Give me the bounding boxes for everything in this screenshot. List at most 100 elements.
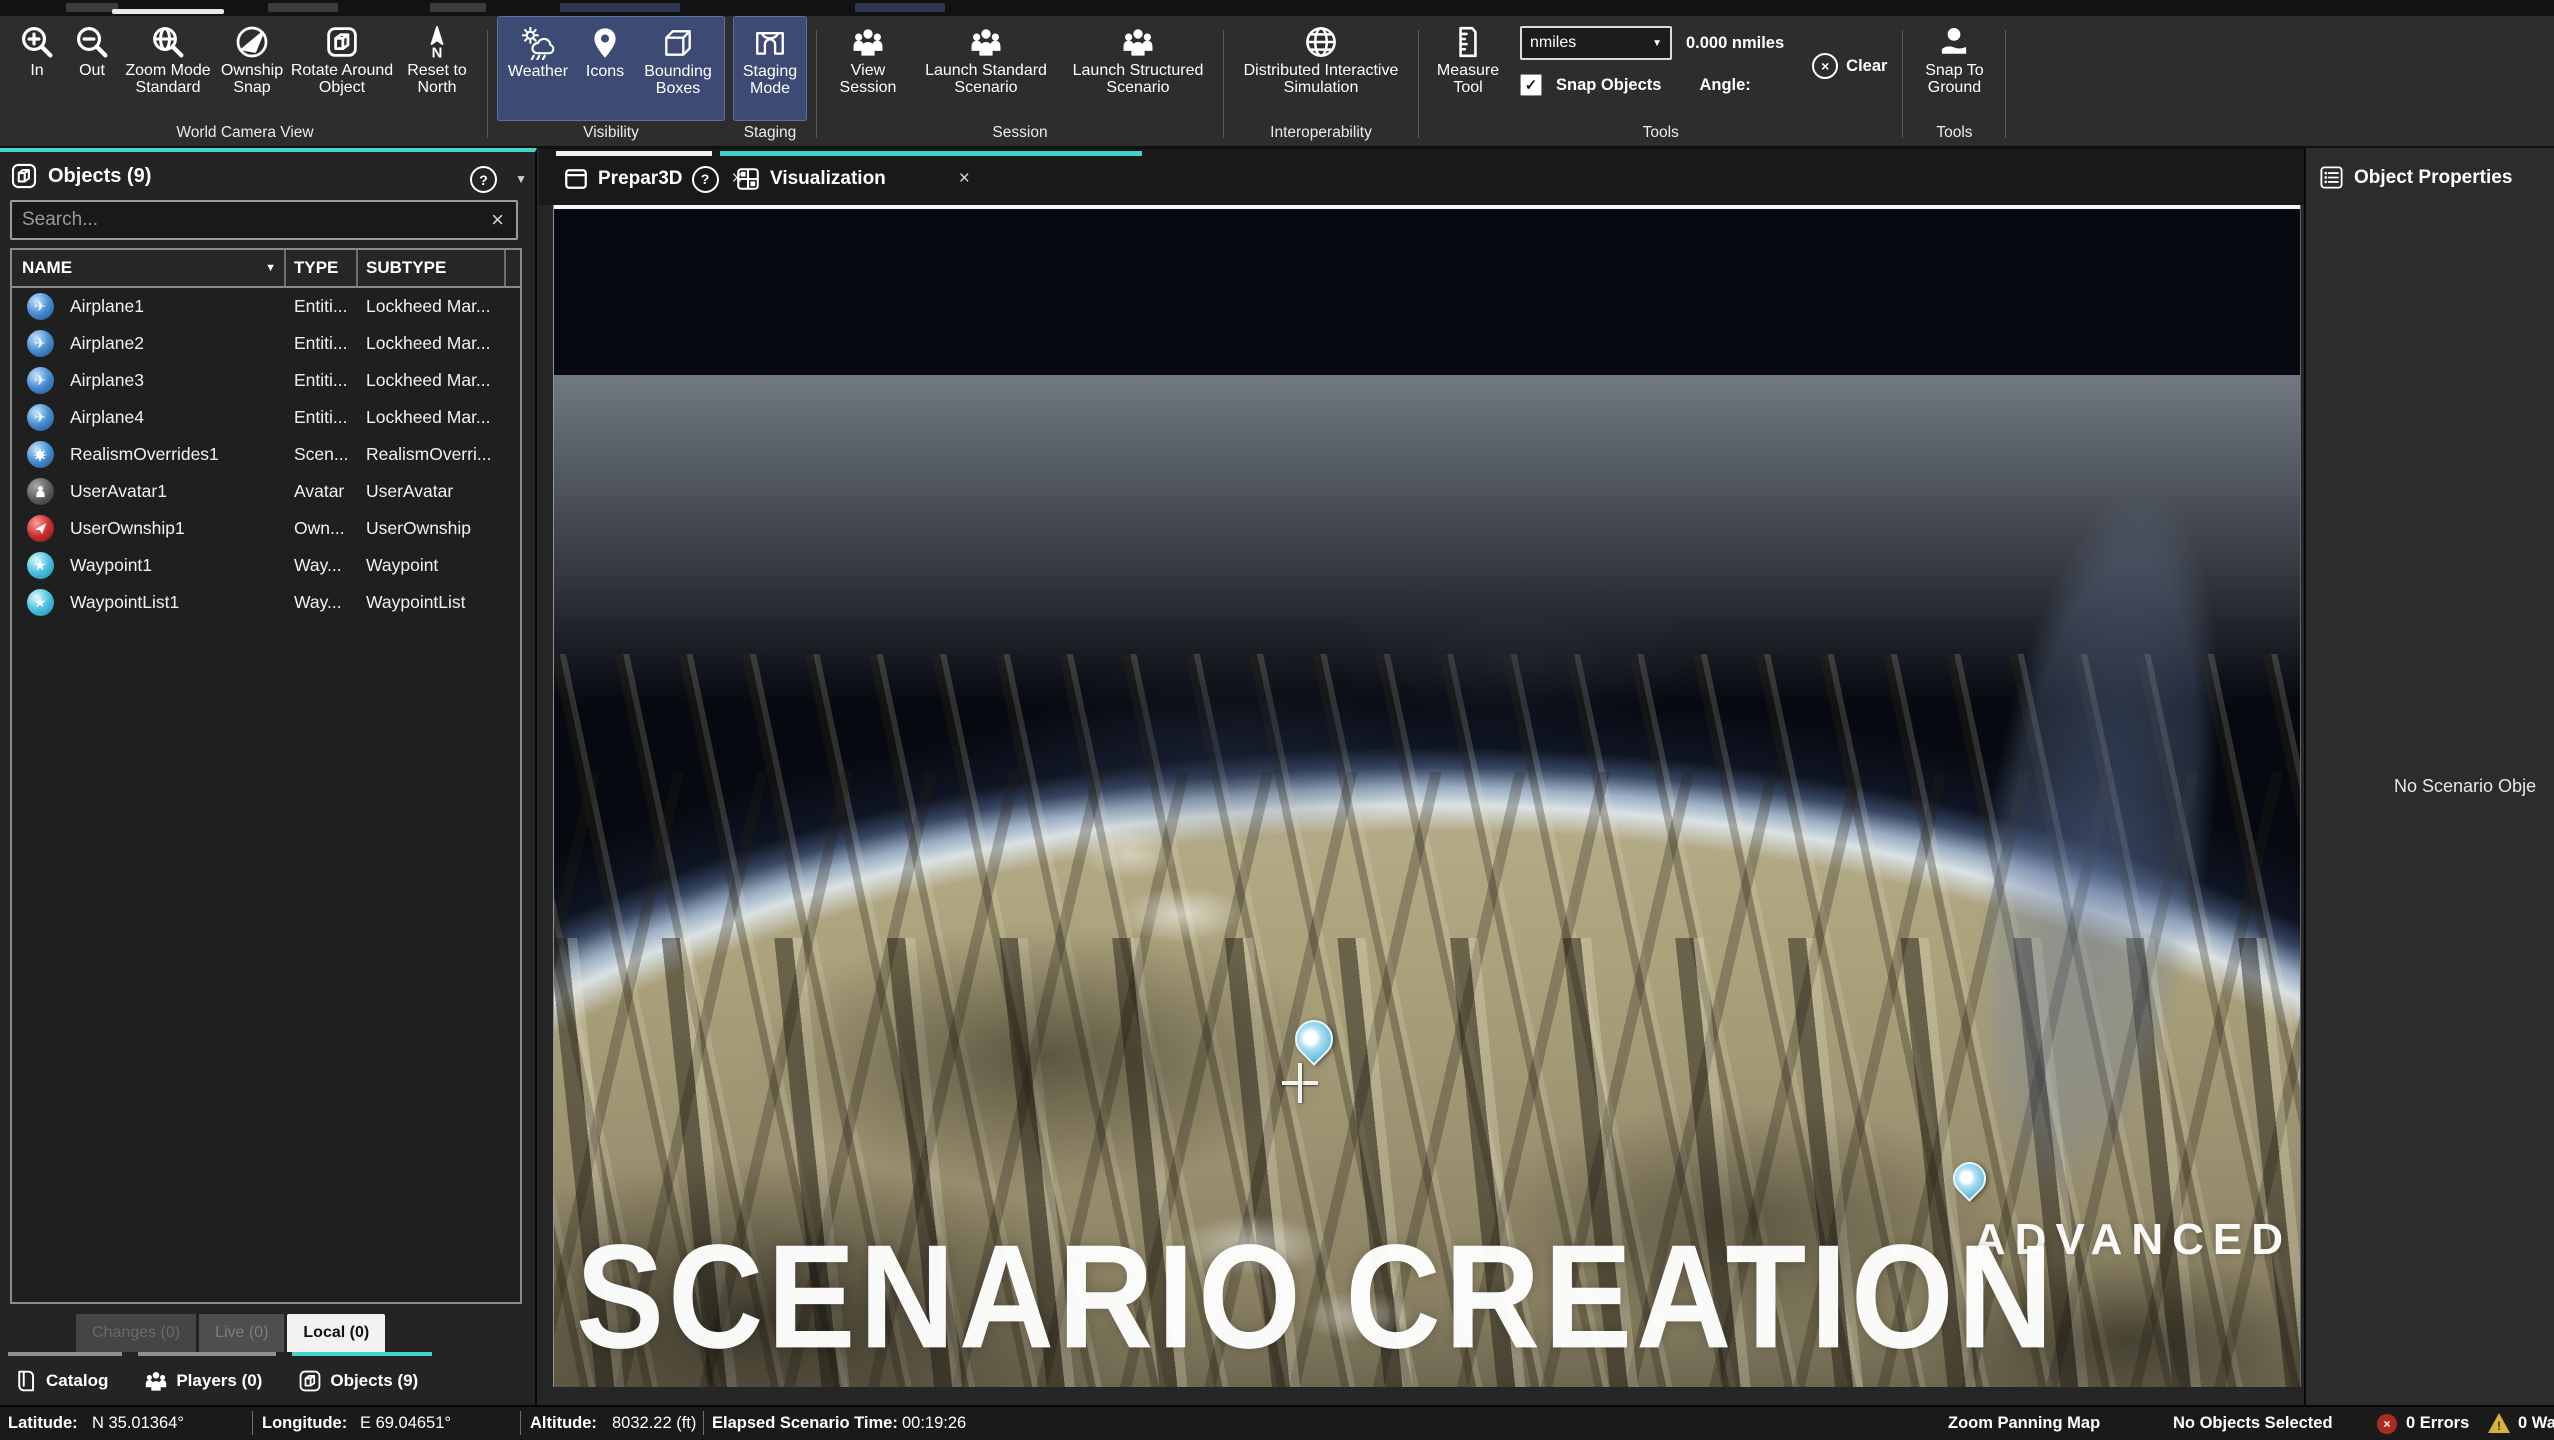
snap-to-ground-button[interactable]: Snap To Ground — [1912, 18, 1996, 121]
column-header-subtype[interactable]: SUBTYPE — [358, 250, 506, 286]
staging-mode-toggle-button[interactable]: Staging Mode — [737, 19, 803, 120]
ribbon-tab-fragment — [855, 3, 945, 12]
object-type: Own... — [286, 518, 358, 539]
object-subtype: Lockheed Mar... — [358, 333, 520, 354]
button-label: Ownship Snap — [216, 62, 288, 97]
launch-structured-scenario-button[interactable]: Launch Structured Scenario — [1062, 18, 1214, 121]
catalog-panel-button[interactable]: Catalog — [8, 1352, 122, 1398]
visualization-viewport[interactable]: ADVANCED SCENARIO CREATION — [553, 205, 2301, 1387]
table-row-airplane1[interactable]: ✈ Airplane1 Entiti... Lockheed Mar... — [12, 288, 520, 325]
measure-unit-dropdown[interactable]: nmiles ▼ — [1520, 26, 1672, 60]
button-label: Bounding Boxes — [635, 63, 721, 98]
objects-cube-icon — [298, 1369, 322, 1393]
clear-measure-button[interactable]: × Clear — [1812, 52, 1887, 80]
dropdown-caret-icon: ▼ — [1652, 38, 1662, 49]
reset-to-north-button[interactable]: N Reset to North — [396, 18, 478, 121]
snap-objects-checkbox[interactable]: ✓ — [1520, 74, 1542, 96]
tab-label: Visualization — [770, 168, 886, 190]
altitude-value: 8032.22 (ft) — [612, 1414, 696, 1433]
tab-visualization[interactable]: Visualization × — [725, 156, 1145, 202]
close-tab-icon[interactable]: × — [955, 168, 974, 190]
clear-label: Clear — [1846, 57, 1887, 76]
panel-switcher-buttons: Catalog Players (0) Objects (9) — [0, 1352, 535, 1404]
search-input[interactable] — [12, 209, 479, 231]
object-subtype: RealismOverri... — [358, 444, 520, 465]
ribbon-separator — [1902, 30, 1903, 138]
column-header-name[interactable]: NAME ▼ — [12, 250, 286, 286]
warning-icon: ! — [2488, 1413, 2510, 1433]
ribbon-group-session: View Session Launch Standard Scenario La… — [822, 16, 1218, 146]
launch-standard-scenario-button[interactable]: Launch Standard Scenario — [912, 18, 1060, 121]
clear-search-icon[interactable]: × — [479, 207, 516, 233]
object-subtype: Lockheed Mar... — [358, 370, 520, 391]
panel-caret-icon[interactable]: ▼ — [515, 172, 527, 186]
group-label-visibility: Visibility — [497, 121, 725, 146]
table-row-userownship1[interactable]: UserOwnship1 Own... UserOwnship — [12, 510, 520, 547]
column-label: NAME — [22, 258, 72, 278]
distributed-interactive-simulation-button[interactable]: Distributed Interactive Simulation — [1233, 18, 1409, 121]
icons-toggle-button[interactable]: Icons — [577, 19, 633, 120]
tab-local[interactable]: Local (0) — [287, 1314, 385, 1352]
ribbon-toolbar: In Out Zoom Mode Standard — [0, 0, 2554, 149]
object-name: WaypointList1 — [68, 592, 286, 613]
group-label-world-camera-view: World Camera View — [12, 121, 478, 146]
airplane-icon: ✈ — [27, 404, 54, 431]
grid-icon — [735, 166, 761, 192]
rotate-around-object-button[interactable]: Rotate Around Object — [290, 18, 394, 121]
table-scrollbar-track[interactable] — [506, 250, 520, 286]
status-divider — [703, 1411, 704, 1435]
table-row-airplane3[interactable]: ✈ Airplane3 Entiti... Lockheed Mar... — [12, 362, 520, 399]
ribbon-separator — [1418, 30, 1419, 138]
snow-patches — [554, 205, 2300, 1387]
help-icon[interactable]: ? — [692, 166, 719, 193]
help-icon[interactable]: ? — [470, 166, 497, 193]
table-row-useravatar1[interactable]: UserAvatar1 Avatar UserAvatar — [12, 473, 520, 510]
longitude-label: Longitude: — [262, 1414, 347, 1433]
table-row-airplane4[interactable]: ✈ Airplane4 Entiti... Lockheed Mar... — [12, 399, 520, 436]
object-subtype: Lockheed Mar... — [358, 407, 520, 428]
zoom-in-button[interactable]: In — [12, 18, 62, 121]
ribbon-tab-underline — [112, 9, 224, 14]
objects-search: × — [10, 200, 518, 240]
object-subtype: UserAvatar — [358, 481, 520, 502]
table-row-realismoverrides1[interactable]: RealismOverrides1 Scen... RealismOverri.… — [12, 436, 520, 473]
zoom-out-button[interactable]: Out — [64, 18, 120, 121]
column-header-type[interactable]: TYPE — [286, 250, 358, 286]
object-type: Way... — [286, 555, 358, 576]
table-row-waypointlist1[interactable]: ★ WaypointList1 Way... WaypointList — [12, 584, 520, 621]
map-pin-icon — [588, 24, 622, 62]
players-panel-button[interactable]: Players (0) — [138, 1352, 276, 1398]
view-session-button[interactable]: View Session — [826, 18, 910, 121]
measure-tool-button[interactable]: Measure Tool — [1428, 18, 1508, 121]
snap-to-ground-icon — [1937, 23, 1971, 61]
elapsed-time-value: 00:19:26 — [902, 1414, 966, 1433]
weather-toggle-button[interactable]: Weather — [501, 19, 575, 120]
ribbon-tab-fragment — [430, 3, 486, 12]
objects-table: NAME ▼ TYPE SUBTYPE ✈ Airplane1 Entiti..… — [10, 248, 522, 1304]
object-properties-header: Object Properties — [2306, 148, 2554, 191]
longitude-value: E 69.04651° — [360, 1414, 451, 1433]
altitude-label: Altitude: — [530, 1414, 597, 1433]
people-group-icon — [969, 23, 1003, 61]
button-label: Staging Mode — [737, 63, 803, 98]
object-name: Airplane3 — [68, 370, 286, 391]
tab-live[interactable]: Live (0) — [199, 1314, 284, 1352]
zoom-in-icon — [20, 23, 54, 61]
zoom-out-icon — [75, 23, 109, 61]
table-row-airplane2[interactable]: ✈ Airplane2 Entiti... Lockheed Mar... — [12, 325, 520, 362]
table-row-waypoint1[interactable]: ★ Waypoint1 Way... Waypoint — [12, 547, 520, 584]
tab-changes[interactable]: Changes (0) — [76, 1314, 196, 1352]
button-label: Catalog — [46, 1371, 108, 1391]
object-name: Airplane4 — [68, 407, 286, 428]
ownship-snap-button[interactable]: Ownship Snap — [216, 18, 288, 121]
objects-panel-button[interactable]: Objects (9) — [292, 1352, 432, 1398]
zoom-mode-globe-icon — [151, 23, 185, 61]
ribbon-separator — [816, 30, 817, 138]
button-label: Measure Tool — [1428, 62, 1508, 97]
zoom-mode-standard-button[interactable]: Zoom Mode Standard — [122, 18, 214, 121]
object-properties-title: Object Properties — [2354, 167, 2512, 189]
bounding-boxes-toggle-button[interactable]: Bounding Boxes — [635, 19, 721, 120]
catalog-book-icon — [14, 1369, 38, 1393]
ribbon-group-tools-snap: Snap To Ground Tools — [1908, 16, 2000, 146]
object-subtype: UserOwnship — [358, 518, 520, 539]
